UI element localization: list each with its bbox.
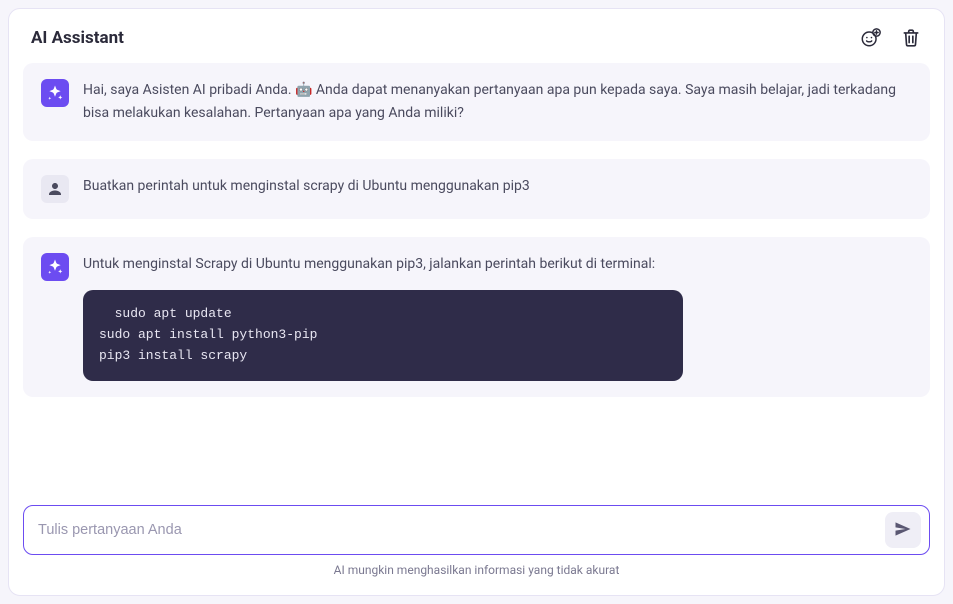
header-actions	[860, 27, 922, 49]
user-avatar	[41, 175, 69, 203]
input-row	[23, 505, 930, 555]
message-ai: Hai, saya Asisten AI pribadi Anda. 🤖 And…	[23, 63, 930, 141]
ai-avatar	[41, 253, 69, 281]
send-icon	[893, 519, 913, 542]
message-text: Untuk menginstal Scrapy di Ubuntu menggu…	[83, 253, 912, 276]
message-body: Untuk menginstal Scrapy di Ubuntu menggu…	[83, 253, 912, 380]
code-block: sudo apt update sudo apt install python3…	[83, 290, 683, 380]
message-user: Buatkan perintah untuk menginstal scrapy…	[23, 159, 930, 219]
input-area: AI mungkin menghasilkan informasi yang t…	[9, 495, 944, 595]
page-title: AI Assistant	[31, 28, 124, 48]
message-text: Buatkan perintah untuk menginstal scrapy…	[83, 175, 912, 203]
trash-icon[interactable]	[900, 27, 922, 49]
disclaimer-text: AI mungkin menghasilkan informasi yang t…	[23, 555, 930, 587]
ai-avatar	[41, 79, 69, 107]
panel-header: AI Assistant	[9, 9, 944, 63]
emoji-add-icon[interactable]	[860, 27, 882, 49]
question-input[interactable]	[38, 516, 875, 544]
send-button[interactable]	[885, 512, 921, 548]
message-text: Hai, saya Asisten AI pribadi Anda. 🤖 And…	[83, 79, 912, 125]
message-ai: Untuk menginstal Scrapy di Ubuntu menggu…	[23, 237, 930, 396]
message-list: Hai, saya Asisten AI pribadi Anda. 🤖 And…	[9, 63, 944, 495]
assistant-panel: AI Assistant	[8, 8, 945, 596]
